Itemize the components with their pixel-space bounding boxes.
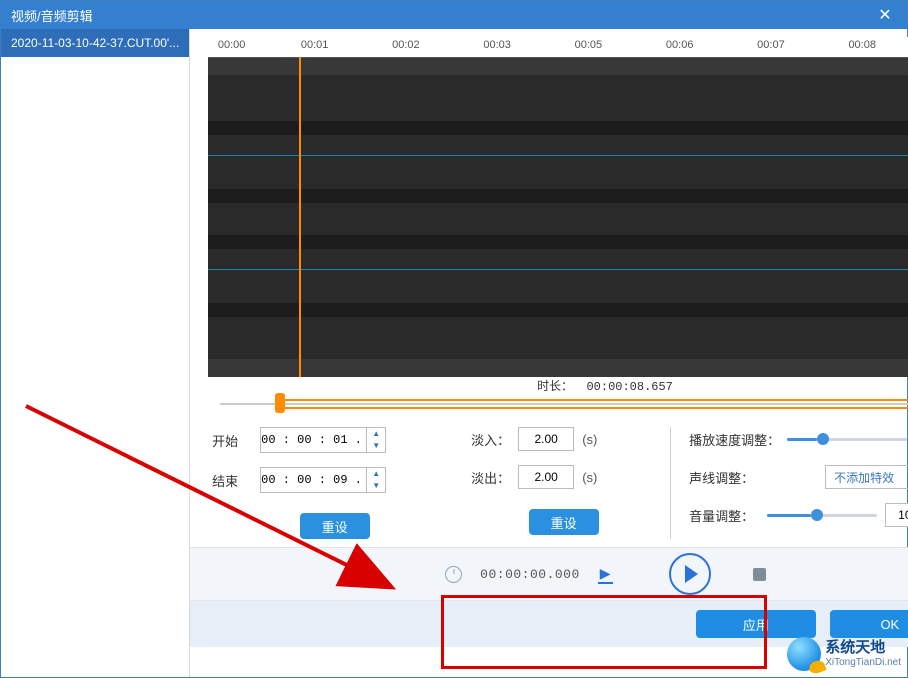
- ruler-tick: 00:01: [301, 39, 329, 51]
- volume-value-input[interactable]: [885, 503, 908, 527]
- chevron-down-icon[interactable]: ▼: [367, 440, 385, 452]
- close-button[interactable]: ✕: [865, 1, 905, 29]
- file-sidebar: 2020-11-03-10-42-37.CUT.00'...: [1, 29, 190, 677]
- duration-readout: 时长： 00:00:08.657: [208, 377, 908, 394]
- chevron-down-icon[interactable]: ▼: [367, 480, 385, 492]
- volume-label: 音量调整：: [689, 506, 759, 525]
- playback-time: 00:00:00.000: [480, 567, 580, 582]
- watermark-url: XiTongTianDi.net: [825, 657, 901, 668]
- ruler-tick: 00:00: [218, 39, 246, 51]
- end-time-input[interactable]: [261, 468, 366, 492]
- watermark-logo: 系统天地 XiTongTianDi.net: [787, 637, 901, 671]
- speed-label: 播放速度调整：: [689, 430, 779, 449]
- start-marker[interactable]: [299, 57, 301, 377]
- fadein-unit: (s): [582, 432, 597, 447]
- file-list-item[interactable]: 2020-11-03-10-42-37.CUT.00'...: [1, 29, 189, 57]
- apply-button[interactable]: 应用: [696, 610, 816, 638]
- waveform-area[interactable]: [208, 57, 908, 377]
- voice-label: 声线调整：: [689, 468, 759, 487]
- playback-bar: 00:00:00.000 ▶: [190, 547, 908, 601]
- reset-trim-button[interactable]: 重设: [300, 513, 370, 539]
- fadein-label: 淡入：: [471, 430, 510, 449]
- watermark-name: 系统天地: [825, 640, 901, 657]
- chevron-up-icon[interactable]: ▲: [367, 428, 385, 440]
- globe-icon: [787, 637, 821, 671]
- ruler-tick: 00:02: [392, 39, 420, 51]
- duration-label: 时长：: [537, 379, 573, 393]
- timeline-ruler: 00:00 00:01 00:02 00:03 00:05 00:06 00:0…: [190, 37, 908, 57]
- start-time-stepper[interactable]: ▲▼: [260, 427, 386, 453]
- end-time-stepper[interactable]: ▲▼: [260, 467, 386, 493]
- waveform-canvas: [208, 57, 908, 377]
- stop-button[interactable]: [753, 568, 766, 581]
- selection-bar: 时长： 00:00:08.657: [208, 377, 908, 413]
- voice-effect-select[interactable]: 不添加特效 ▼: [825, 465, 908, 489]
- ruler-tick: 00:03: [483, 39, 511, 51]
- start-time-input[interactable]: [261, 428, 366, 452]
- clock-icon: [445, 566, 462, 583]
- fadeout-label: 淡出：: [471, 468, 510, 487]
- reset-fade-button[interactable]: 重设: [529, 509, 599, 535]
- close-icon: ✕: [878, 5, 891, 25]
- volume-slider[interactable]: [767, 505, 877, 525]
- start-label: 开始: [212, 431, 252, 450]
- end-label: 结束: [212, 471, 252, 490]
- ruler-tick: 00:07: [757, 39, 785, 51]
- ruler-tick: 00:08: [848, 39, 876, 51]
- voice-effect-selected: 不添加特效: [834, 469, 894, 486]
- ruler-tick: 00:06: [666, 39, 694, 51]
- chevron-up-icon[interactable]: ▲: [367, 468, 385, 480]
- selection-range[interactable]: [280, 399, 908, 409]
- selection-start-handle[interactable]: [275, 393, 285, 413]
- fadeout-input[interactable]: [518, 465, 574, 489]
- step-play-icon[interactable]: ▶: [598, 565, 613, 584]
- play-icon: [685, 565, 698, 583]
- ok-button[interactable]: OK: [830, 610, 908, 638]
- fadeout-unit: (s): [582, 470, 597, 485]
- fadein-input[interactable]: [518, 427, 574, 451]
- titlebar: 视频/音频剪辑 ✕: [1, 1, 907, 29]
- play-button[interactable]: [669, 553, 711, 595]
- speed-slider[interactable]: [787, 429, 907, 449]
- ruler-tick: 00:05: [575, 39, 603, 51]
- window-title: 视频/音频剪辑: [11, 6, 93, 25]
- duration-value: 00:00:08.657: [586, 380, 672, 394]
